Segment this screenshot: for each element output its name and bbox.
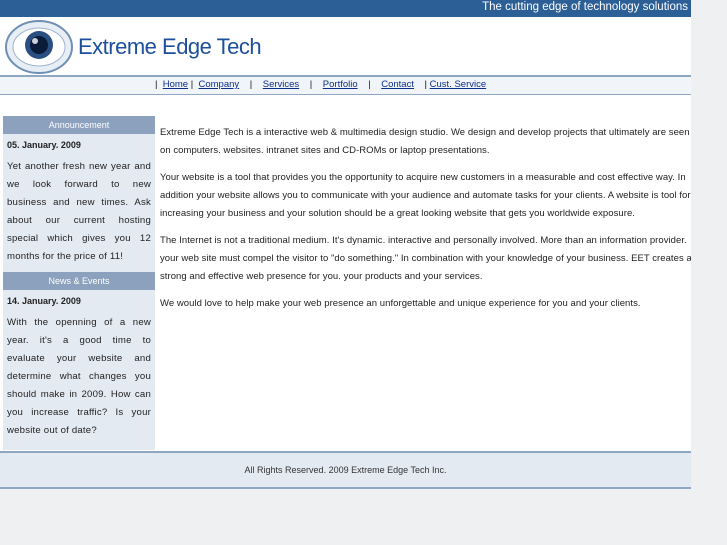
content-paragraph: Your website is a tool that provides you…: [160, 172, 691, 219]
main-nav: | Home | Company | Services | Portfolio …: [0, 77, 691, 94]
nav-portfolio-link[interactable]: Portfolio: [323, 79, 358, 90]
announcement-date: 05. January. 2009: [7, 140, 81, 150]
footer-copyright: All Rights Reserved. 2009 Extreme Edge T…: [244, 465, 447, 475]
background-strip: [691, 0, 727, 545]
content-paragraph: We would love to help make your web pres…: [160, 298, 641, 309]
sidebar: Announcement 05. January. 2009 Yet anoth…: [3, 116, 155, 450]
page: The cutting edge of technology solutions…: [0, 0, 692, 545]
content-paragraph: Extreme Edge Tech is a interactive web &…: [160, 127, 690, 156]
content-paragraph: The Internet is not a traditional medium…: [160, 235, 692, 282]
nav-divider-bottom: [0, 94, 691, 95]
footer: All Rights Reserved. 2009 Extreme Edge T…: [0, 453, 691, 487]
tagline: The cutting edge of technology solutions: [482, 1, 688, 13]
nav-services-link[interactable]: Services: [263, 79, 299, 90]
top-bar: The cutting edge of technology solutions: [0, 0, 691, 17]
announcement-text: Yet another fresh new year and we look f…: [7, 161, 151, 262]
nav-contact-link[interactable]: Contact: [381, 79, 414, 90]
brand-title: Extreme Edge Tech: [78, 34, 262, 59]
announcement-heading: Announcement: [3, 116, 155, 134]
nav-cust-service-link[interactable]: Cust. Service: [430, 79, 487, 90]
page-bottom-area: [0, 489, 691, 545]
nav-company-link[interactable]: Company: [198, 79, 239, 90]
news-date: 14. January. 2009: [7, 296, 81, 306]
main-content: Extreme Edge Tech is a interactive web &…: [160, 124, 692, 322]
logo-eye-icon[interactable]: [4, 19, 74, 75]
nav-home-link[interactable]: Home: [163, 79, 188, 90]
news-text: With the openning of a new year. it's a …: [7, 317, 151, 436]
news-heading: News & Events: [3, 272, 155, 290]
